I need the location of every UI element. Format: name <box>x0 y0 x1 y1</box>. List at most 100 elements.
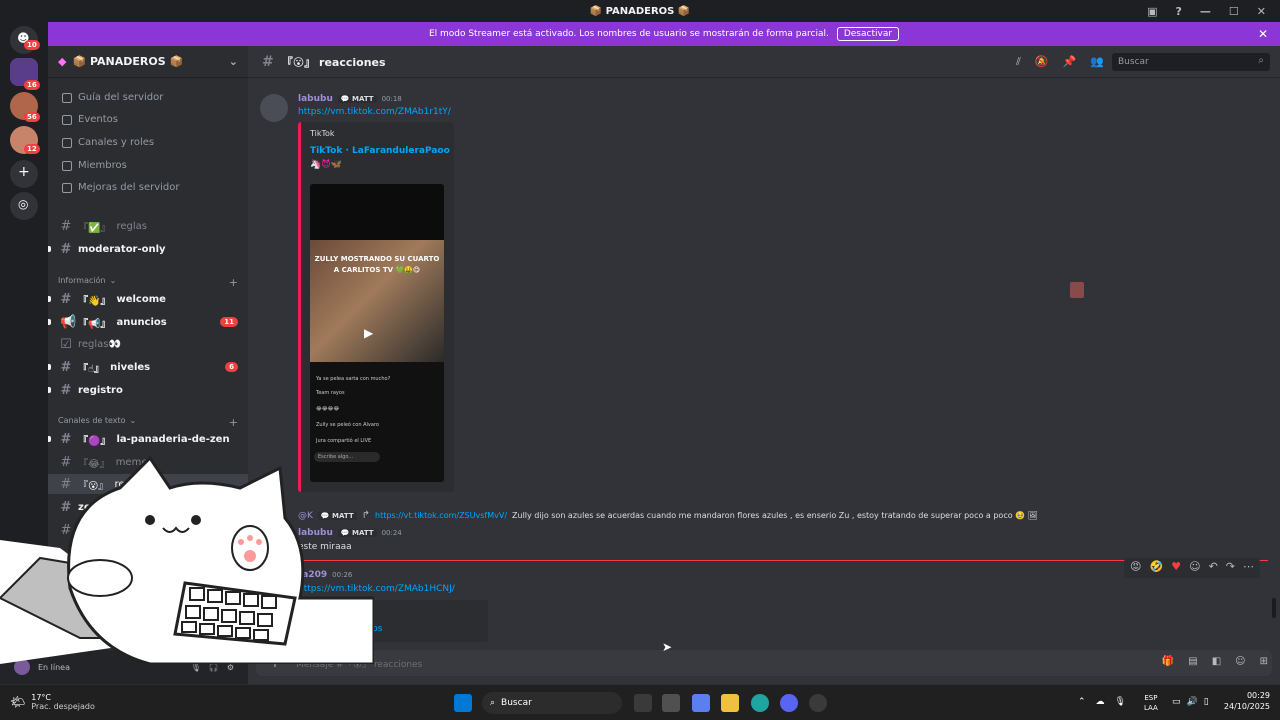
hash-icon: # <box>60 218 72 234</box>
channel-title: 『😮』 reacciones <box>281 55 386 69</box>
reaction-icon[interactable]: 😡 <box>1130 560 1141 576</box>
chevron-down-icon: ⌄ <box>228 55 238 68</box>
add-reaction-icon[interactable]: ☺ <box>1189 560 1200 576</box>
video-caption: ZULLY MOSTRANDO SU CUARTO A CARLITOS TV … <box>314 255 440 274</box>
store-icon[interactable] <box>662 694 680 712</box>
edge-icon[interactable] <box>751 694 769 712</box>
add-channel-icon[interactable]: + <box>229 276 238 289</box>
weather-text: Prac. despejado <box>31 702 95 711</box>
threads-icon[interactable]: ⫽ <box>1016 55 1021 69</box>
timestamp: 00:24 <box>381 529 402 537</box>
discord-icon[interactable] <box>780 694 798 712</box>
guild-header[interactable]: ◆ 📦 PANADEROS 📦 ⌄ <box>48 46 248 78</box>
maximize-button[interactable]: ☐ <box>1229 5 1239 18</box>
server-badge: 12 <box>24 144 40 154</box>
clock[interactable]: 00:29 24/10/2025 <box>1224 690 1270 712</box>
inbox-icon[interactable]: ▣ <box>1147 5 1157 18</box>
message-header: labubu 💬 MATT 00:18 <box>298 94 402 104</box>
window-titlebar: 📦 PANADEROS 📦 ▣ ? — ☐ ✕ <box>0 0 1280 22</box>
mic-icon[interactable]: 🎙 <box>1115 697 1126 707</box>
task-view-icon[interactable] <box>634 694 652 712</box>
channel-welcome[interactable]: # 『👋』 welcome <box>48 289 248 309</box>
heart-icon[interactable]: ♥ <box>1171 560 1181 576</box>
add-channel-icon[interactable]: + <box>229 416 238 429</box>
reaction-icon[interactable]: 🤣 <box>1150 560 1164 576</box>
search-icon: ⌕ <box>490 698 496 708</box>
apps-icon[interactable]: ⊞ <box>1260 656 1268 667</box>
reply-icon[interactable]: ↶ <box>1209 560 1218 576</box>
forward-icon[interactable]: ↷ <box>1226 560 1235 576</box>
channel-anuncios[interactable]: 📢 『📢』 anuncios 11 <box>48 312 248 332</box>
channel-niveles[interactable]: # 『☝』 niveles 6 <box>48 357 248 377</box>
message-link[interactable]: https://vm.tiktok.com/ZMAb1r1tY/ <box>298 107 451 117</box>
message-link[interactable]: https://vt.tiktok.com/ZSUvsfMvV/ <box>375 511 507 520</box>
close-window-button[interactable]: ✕ <box>1257 5 1266 18</box>
copilot-icon[interactable] <box>692 694 710 712</box>
onedrive-icon[interactable]: ☁ <box>1096 697 1105 707</box>
members-icon[interactable]: 👥 <box>1090 55 1104 69</box>
username[interactable]: labubu <box>298 94 333 104</box>
gift-icon[interactable]: 🎁 <box>1162 656 1174 667</box>
taskbar-search[interactable]: ⌕ Buscar <box>482 692 622 714</box>
close-icon[interactable]: ✕ <box>1258 27 1268 41</box>
video-top-bar <box>310 184 444 240</box>
message-actions: 😡 🤣 ♥ ☺ ↶ ↷ ⋯ <box>1124 558 1260 578</box>
language-indicator[interactable]: ESP LAA <box>1144 693 1158 713</box>
channel-moderator-only[interactable]: # moderator-only <box>48 239 248 259</box>
pin-icon[interactable]: 📌 <box>1063 55 1077 69</box>
chevron-up-icon[interactable]: ⌃ <box>1078 697 1086 707</box>
nav-boosts[interactable]: Mejoras del servidor <box>62 182 180 193</box>
mention-badge: 6 <box>225 362 238 372</box>
system-tray: ⌃ ☁ 🎙 <box>1078 697 1126 707</box>
window-controls: ▣ ? — ☐ ✕ <box>1147 0 1280 22</box>
minimize-button[interactable]: — <box>1200 5 1211 18</box>
nav-events[interactable]: Eventos <box>62 114 118 125</box>
explore-icon[interactable]: ◎ <box>10 192 38 220</box>
category-canales-texto[interactable]: Canales de texto ⌄ + <box>58 416 238 429</box>
play-icon[interactable]: ▶ <box>364 326 373 340</box>
windows-start-icon[interactable] <box>454 694 472 712</box>
category-informacion[interactable]: Información ⌄ + <box>58 276 238 289</box>
quick-settings[interactable]: ▭ 🔊 ▯ <box>1172 697 1209 707</box>
channel-reglas[interactable]: # 『✅』 reglas <box>48 216 248 236</box>
nav-members[interactable]: Miembros <box>62 160 127 171</box>
gif-icon[interactable]: ▤ <box>1188 656 1197 667</box>
banner-text: El modo Streamer está activado. Los nomb… <box>428 29 829 39</box>
timestamp: 00:18 <box>381 95 402 103</box>
scrollbar-thumb[interactable] <box>1272 598 1276 618</box>
add-server-icon[interactable]: + <box>10 160 38 188</box>
megaphone-icon: 📢 <box>60 314 77 330</box>
app-icon[interactable] <box>809 694 827 712</box>
battery-icon: ▯ <box>1203 697 1209 707</box>
embed-title[interactable]: TikTok · LaFaranduleraPaoo <box>310 146 450 156</box>
channel-registro[interactable]: # registro <box>48 380 248 400</box>
nav-channels-roles[interactable]: Canales y roles <box>62 137 154 148</box>
channel-reglas-2[interactable]: ☑ reglas👀 <box>48 334 248 354</box>
hash-icon: # <box>60 291 72 307</box>
hash-icon: # <box>60 241 72 257</box>
comment-2: Team rayos <box>316 390 345 396</box>
deactivate-button[interactable]: Desactivar <box>836 27 900 41</box>
members-icon <box>62 160 72 171</box>
sticker-icon[interactable]: ◧ <box>1212 656 1221 667</box>
file-explorer-icon[interactable] <box>721 694 739 712</box>
avatar[interactable] <box>260 94 288 122</box>
time: 00:29 <box>1246 691 1270 700</box>
help-icon[interactable]: ? <box>1176 5 1182 18</box>
channel-la-panaderia-de-zen[interactable]: # 『🟣』 la-panaderia-de-zen <box>48 429 248 449</box>
app-title-prefix: 📦 <box>589 5 603 17</box>
weather-widget[interactable]: 🌤 17°C Prac. despejado <box>10 693 95 711</box>
emoji-icon[interactable]: ☺ <box>1235 656 1245 667</box>
more-icon[interactable]: ⋯ <box>1243 560 1254 576</box>
emoji-sticker <box>1070 282 1084 298</box>
search-input[interactable]: Buscar ⌕ <box>1112 53 1270 71</box>
reply-line: @K 💬 MATT ↱ https://vt.tiktok.com/ZSUvsf… <box>298 510 1038 521</box>
speaker-icon: 🔊 <box>1186 697 1198 707</box>
rules-icon: ☑ <box>60 336 72 352</box>
calendar-icon <box>62 114 72 125</box>
nav-guide[interactable]: Guía del servidor <box>62 92 163 103</box>
boost-icon: ◆ <box>58 55 67 68</box>
message-composer[interactable]: + Mensaje #『😮』 reacciones <box>256 650 1272 676</box>
bell-icon[interactable]: 🔕 <box>1035 55 1049 69</box>
embed-video[interactable]: ZULLY MOSTRANDO SU CUARTO A CARLITOS TV … <box>310 184 444 482</box>
